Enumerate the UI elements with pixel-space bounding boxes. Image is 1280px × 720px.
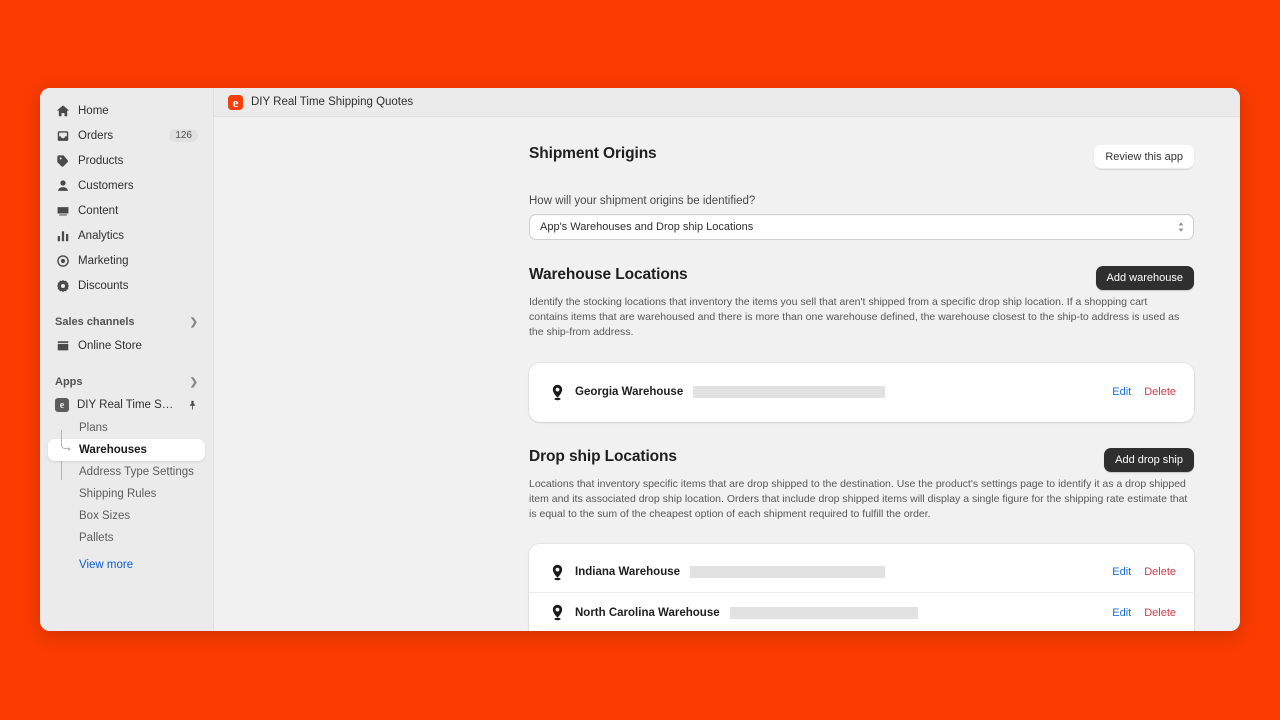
target-icon: [55, 253, 70, 268]
orders-count-badge: 126: [169, 129, 198, 142]
bar-chart-icon: [55, 228, 70, 243]
sidebar-subitem-box-sizes[interactable]: Box Sizes: [48, 505, 205, 527]
pushpin-icon[interactable]: [187, 400, 198, 411]
sidebar-item-customers[interactable]: Customers: [48, 173, 205, 198]
section-heading: Apps: [55, 376, 83, 388]
view-more-link[interactable]: View more: [48, 559, 205, 571]
app-brand-icon: e: [228, 94, 243, 110]
storefront-icon: [55, 338, 70, 353]
sidebar-subitem-shipping-rules[interactable]: Shipping Rules: [48, 483, 205, 505]
orders-inbox-icon: [55, 128, 70, 143]
add-warehouse-button[interactable]: Add warehouse: [1095, 266, 1194, 290]
warehouse-locations-card: Georgia Warehouse Edit Delete: [529, 362, 1194, 422]
row-actions: Edit Delete: [1112, 566, 1176, 578]
shipment-origins-select[interactable]: App's Warehouses and Drop ship Locations: [529, 214, 1194, 240]
sidebar-subitem-label: Shipping Rules: [79, 488, 157, 500]
sidebar-section-sales-channels[interactable]: Sales channels ❯: [48, 311, 205, 333]
sidebar: Home Orders 126 Products Customers Conte…: [40, 88, 214, 631]
drop-ship-locations-title: Drop ship Locations: [529, 447, 677, 465]
sidebar-item-label: Discounts: [78, 279, 129, 292]
shipment-origins-header: Shipment Origins Review this app: [529, 145, 1194, 169]
sidebar-subitem-label: Plans: [79, 422, 108, 434]
sidebar-item-discounts[interactable]: Discounts: [48, 273, 205, 298]
sidebar-item-label: Customers: [78, 179, 134, 192]
redacted-address: [690, 566, 886, 579]
table-row[interactable]: Indiana Warehouse Edit Delete: [529, 552, 1194, 592]
drop-ship-name: Indiana Warehouse: [575, 566, 681, 579]
drop-ship-locations-card: Indiana Warehouse Edit Delete North Caro…: [529, 544, 1194, 631]
add-drop-ship-button[interactable]: Add drop ship: [1104, 447, 1194, 472]
sidebar-item-app-diy-shipping[interactable]: e DIY Real Time Shippin...: [48, 393, 205, 417]
content-image-icon: [55, 203, 70, 218]
main-area: e DIY Real Time Shipping Quotes Shipment…: [214, 88, 1240, 631]
delete-link[interactable]: Delete: [1144, 607, 1176, 619]
delete-link[interactable]: Delete: [1144, 566, 1176, 578]
app-icon: e: [55, 398, 69, 412]
shipment-origins-title: Shipment Origins: [529, 145, 657, 162]
select-chevrons-icon: [1177, 222, 1185, 233]
content-column: Shipment Origins Review this app How wil…: [529, 145, 1194, 631]
table-row[interactable]: Georgia Warehouse Edit Delete: [529, 363, 1194, 422]
top-bar: e DIY Real Time Shipping Quotes: [214, 88, 1240, 117]
shipment-origins-field-label: How will your shipment origins be identi…: [529, 195, 756, 207]
sidebar-item-products[interactable]: Products: [48, 148, 205, 173]
content-scroll-area: Shipment Origins Review this app How wil…: [214, 117, 1240, 631]
sidebar-item-marketing[interactable]: Marketing: [48, 248, 205, 273]
row-actions: Edit Delete: [1112, 386, 1176, 398]
redacted-address: [693, 386, 886, 399]
sidebar-item-label: Marketing: [78, 254, 129, 267]
warehouse-locations-header: Warehouse Locations Add warehouse: [529, 266, 1194, 290]
sidebar-subitem-pallets[interactable]: Pallets: [48, 527, 205, 549]
person-icon: [55, 178, 70, 193]
sidebar-subitem-label: Box Sizes: [79, 510, 131, 522]
review-this-app-button[interactable]: Review this app: [1094, 145, 1194, 169]
edit-link[interactable]: Edit: [1112, 386, 1131, 398]
warehouse-locations-section: Warehouse Locations Add warehouse Identi…: [529, 266, 1194, 422]
app-name-label: DIY Real Time Shippin...: [77, 399, 179, 411]
sidebar-item-label: Content: [78, 204, 119, 217]
sidebar-subitem-label: Address Type Settings: [79, 466, 194, 478]
warehouse-locations-description: Identify the stocking locations that inv…: [529, 296, 1180, 339]
page-title: DIY Real Time Shipping Quotes: [251, 96, 414, 108]
section-heading: Sales channels: [55, 316, 135, 328]
location-pin-icon: [551, 564, 564, 581]
discount-gear-icon: [55, 278, 70, 293]
sidebar-subitem-label: Pallets: [79, 532, 114, 544]
sidebar-item-orders[interactable]: Orders 126: [48, 123, 205, 148]
sidebar-item-label: Home: [78, 104, 109, 117]
edit-link[interactable]: Edit: [1112, 607, 1131, 619]
drop-ship-locations-section: Drop ship Locations Add drop ship Locati…: [529, 447, 1194, 631]
drop-ship-name: North Carolina Warehouse: [575, 606, 720, 619]
sidebar-item-home[interactable]: Home: [48, 98, 205, 123]
tag-icon: [55, 153, 70, 168]
sidebar-item-online-store[interactable]: Online Store: [48, 333, 205, 358]
drop-ship-locations-description: Locations that inventory specific items …: [529, 477, 1188, 521]
sidebar-item-content[interactable]: Content: [48, 198, 205, 223]
warehouse-name: Georgia Warehouse: [575, 386, 684, 399]
drop-ship-locations-header: Drop ship Locations Add drop ship: [529, 447, 1194, 472]
sidebar-subitem-plans[interactable]: Plans: [48, 417, 205, 439]
sidebar-subitem-address-type-settings[interactable]: Address Type Settings: [48, 461, 205, 483]
sidebar-item-label: Analytics: [78, 229, 125, 242]
sidebar-subitem-warehouses[interactable]: Warehouses: [48, 430, 205, 461]
sidebar-item-label: Products: [78, 154, 124, 167]
chevron-right-icon: ❯: [189, 376, 198, 388]
sidebar-item-analytics[interactable]: Analytics: [48, 223, 205, 248]
sidebar-subitem-label: Warehouses: [79, 444, 147, 456]
table-row[interactable]: North Carolina Warehouse Edit Delete: [529, 592, 1194, 631]
delete-link[interactable]: Delete: [1144, 386, 1176, 398]
warehouse-locations-title: Warehouse Locations: [529, 266, 688, 283]
location-pin-icon: [551, 384, 564, 401]
edit-link[interactable]: Edit: [1112, 566, 1131, 578]
redacted-address: [729, 606, 918, 619]
sidebar-section-apps[interactable]: Apps ❯: [48, 371, 205, 393]
app-window: Home Orders 126 Products Customers Conte…: [40, 88, 1240, 631]
row-actions: Edit Delete: [1112, 607, 1176, 619]
chevron-right-icon: ❯: [189, 316, 198, 328]
sidebar-item-label: Online Store: [78, 339, 142, 352]
home-icon: [55, 103, 70, 118]
shipment-origins-select-value: App's Warehouses and Drop ship Locations: [540, 221, 754, 233]
location-pin-icon: [551, 604, 564, 621]
sidebar-item-label: Orders: [78, 129, 114, 142]
